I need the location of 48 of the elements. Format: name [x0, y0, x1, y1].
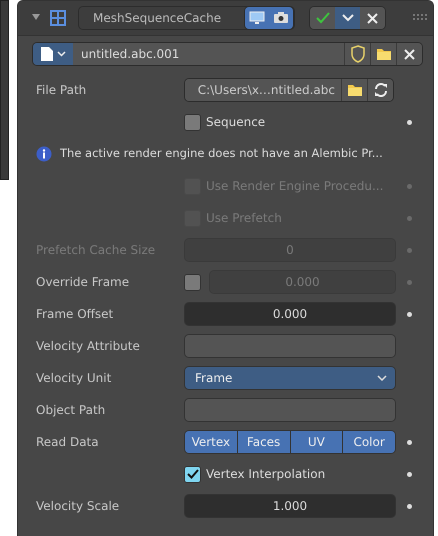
toggle-option[interactable]: UV — [290, 431, 342, 453]
toggle-option[interactable]: Faces — [236, 431, 290, 453]
number-field[interactable]: 1.000 — [184, 494, 396, 518]
apply-button[interactable] — [310, 7, 335, 29]
checkbox[interactable] — [184, 114, 201, 130]
name-field[interactable]: MeshSequenceCache — [78, 6, 295, 30]
chevron-icon — [377, 375, 387, 381]
camera-icon — [273, 11, 289, 25]
info-icon — [36, 146, 52, 162]
number-field[interactable]: 0.000 — [209, 270, 396, 294]
dropdown-button[interactable] — [335, 7, 360, 29]
text-field[interactable] — [184, 398, 396, 422]
animate-dot[interactable] — [407, 248, 412, 252]
chevron-icon — [342, 14, 354, 22]
field-label: Velocity Attribute — [35, 338, 141, 355]
field-label: Frame Offset — [35, 306, 114, 323]
remove-button[interactable] — [360, 7, 385, 29]
animate-dot[interactable] — [407, 472, 412, 476]
checkbox[interactable] — [184, 274, 201, 290]
text-field[interactable] — [184, 334, 396, 358]
modifier-icon — [50, 10, 66, 26]
animate-dot[interactable] — [407, 216, 412, 220]
animate-dot[interactable] — [407, 312, 412, 316]
checkmark-icon — [316, 12, 330, 24]
dropdown-field[interactable]: Frame — [184, 366, 396, 390]
camera-button[interactable] — [269, 7, 293, 29]
number-field[interactable]: 0.000 — [184, 302, 396, 326]
animate-dot[interactable] — [407, 120, 412, 124]
animate-dot[interactable] — [407, 184, 412, 188]
monitor-icon — [249, 10, 265, 26]
field-label: Object Path — [35, 402, 106, 419]
animate-dot[interactable] — [407, 440, 412, 444]
checkmark-icon — [186, 469, 198, 479]
checkbox-label[interactable]: Sequence — [206, 113, 266, 131]
checkbox-label[interactable]: Vertex Interpolation — [206, 465, 326, 483]
animate-dot[interactable] — [407, 504, 412, 508]
monitor-button[interactable] — [245, 7, 269, 29]
checkbox[interactable] — [184, 466, 201, 482]
toggle-option[interactable]: Color — [342, 431, 395, 453]
field-label: Read Data — [35, 434, 100, 451]
field-label: Velocity Scale — [35, 498, 120, 515]
field-label: Velocity Unit — [35, 370, 112, 387]
info-message: The active render engine does not have an Alembic Pr... — [60, 145, 383, 162]
toggle-option[interactable]: Vertex — [185, 431, 237, 453]
field-label: File Path — [35, 82, 88, 99]
close-icon — [367, 12, 378, 24]
animate-dot[interactable] — [407, 280, 412, 284]
field-label: Override Frame — [35, 274, 130, 291]
